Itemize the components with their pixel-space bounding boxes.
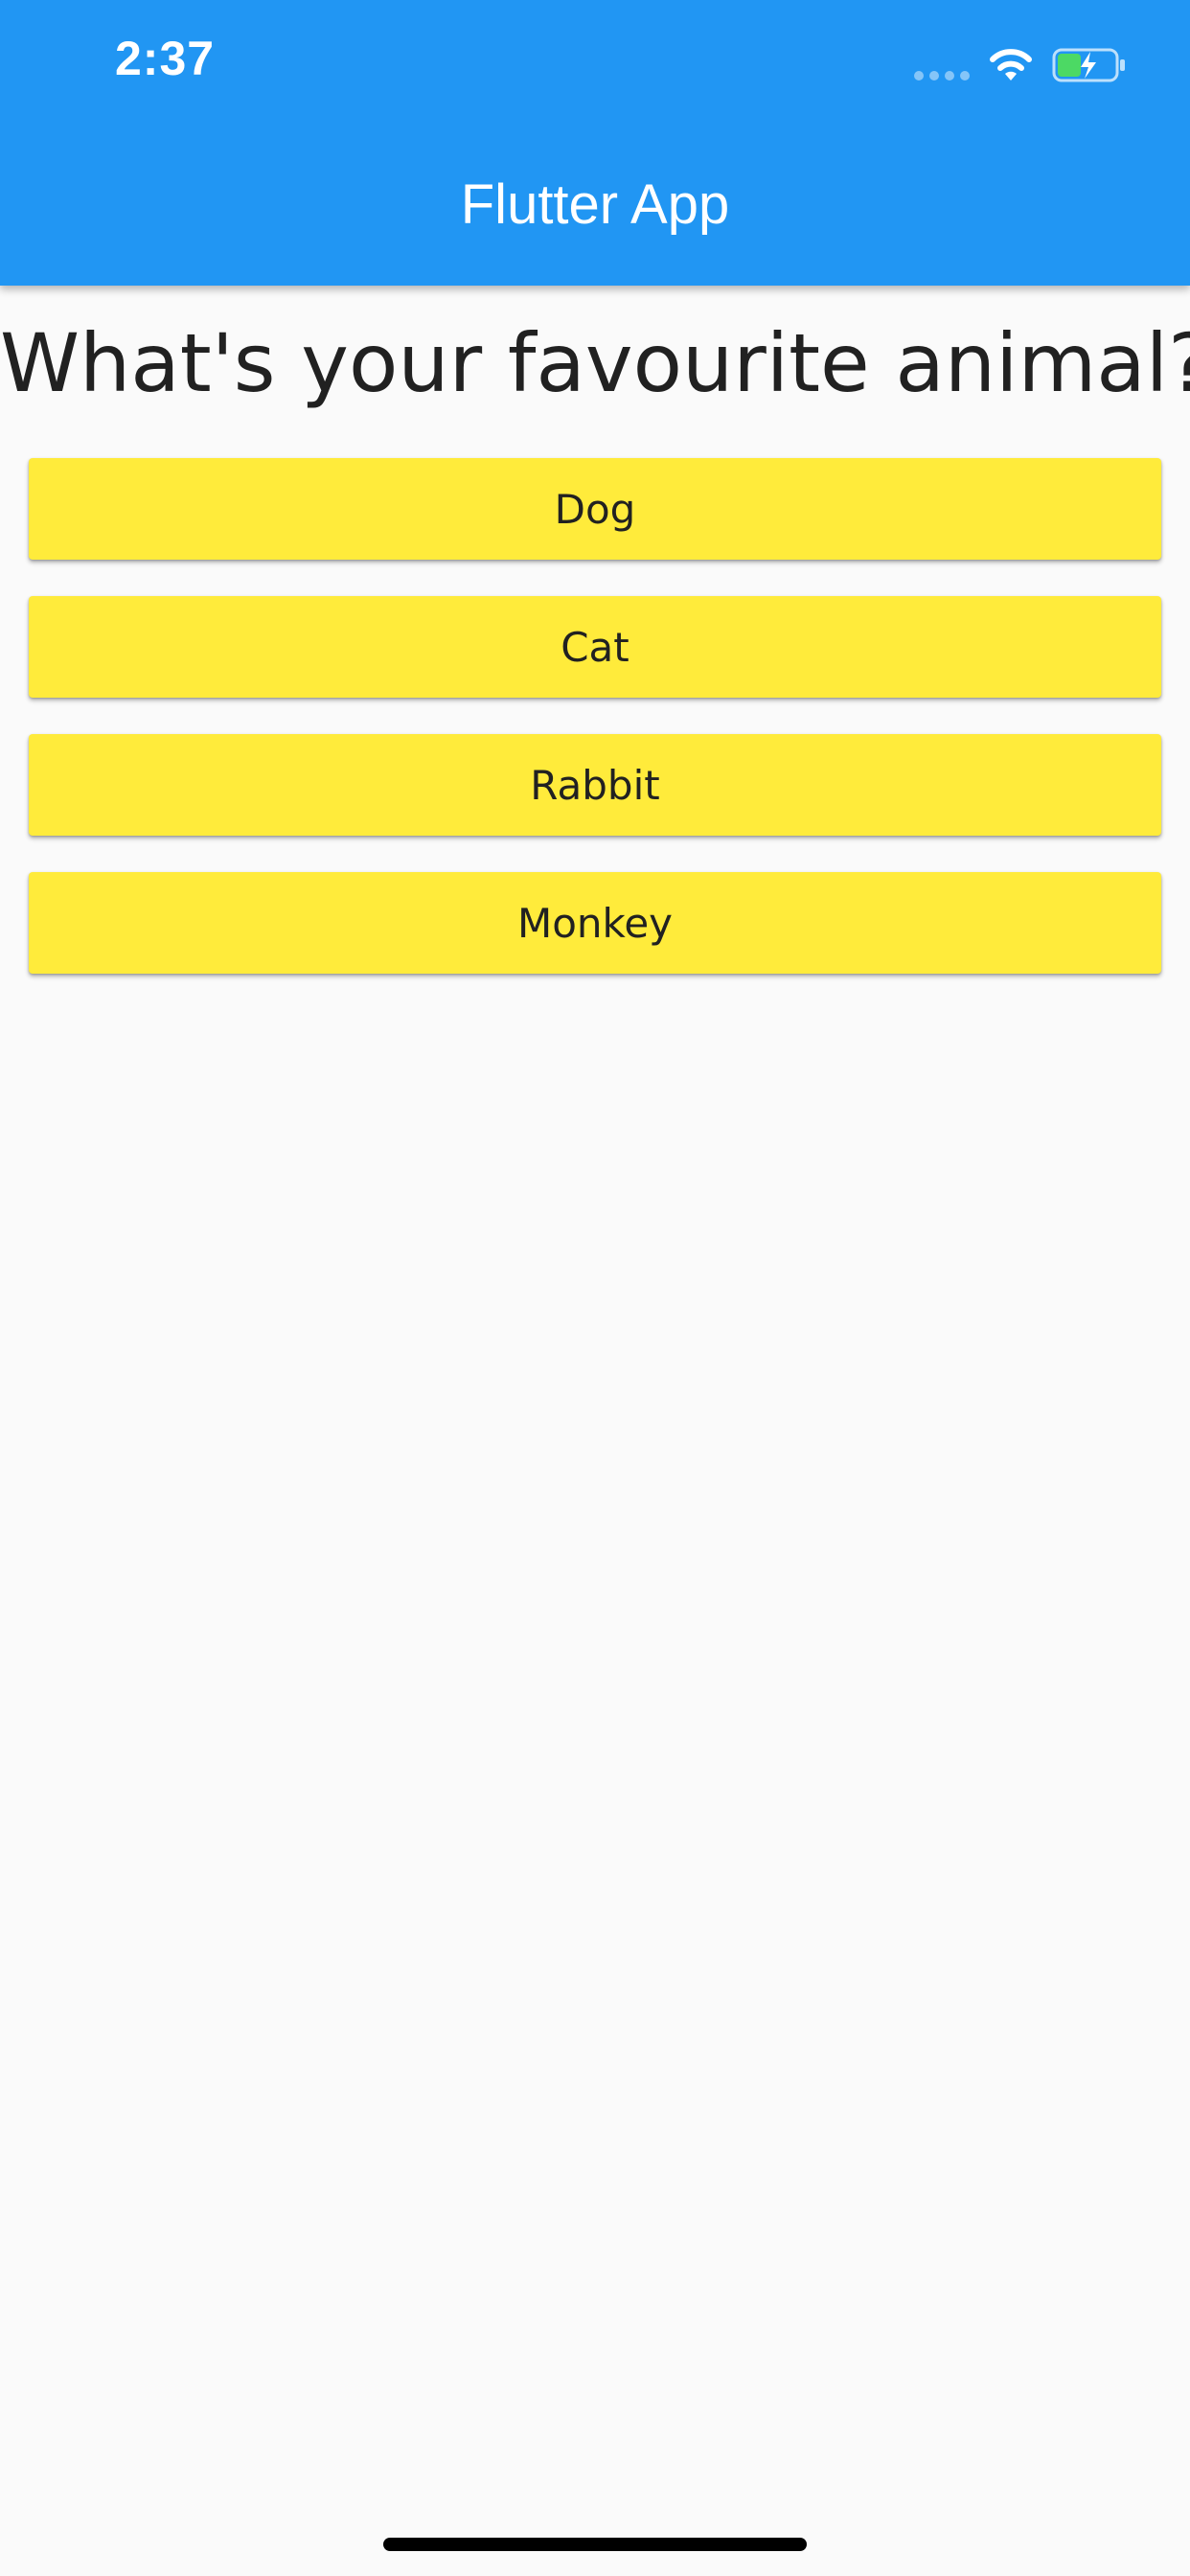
answer-list: Dog Cat Rabbit Monkey	[29, 458, 1161, 1010]
answer-button-rabbit[interactable]: Rabbit	[29, 734, 1161, 836]
status-icons	[914, 42, 1129, 88]
wifi-icon	[987, 46, 1035, 84]
app-bar-title: Flutter App	[460, 173, 730, 236]
home-indicator[interactable]	[383, 2538, 807, 2551]
status-time: 2:37	[115, 32, 216, 85]
answer-button-dog[interactable]: Dog	[29, 458, 1161, 560]
app-bar: 2:37 Flutter App	[0, 0, 1190, 286]
answer-button-monkey[interactable]: Monkey	[29, 872, 1161, 974]
question-text: What's your favourite animal?	[0, 316, 1190, 410]
cellular-signal-icon	[914, 42, 970, 88]
answer-button-cat[interactable]: Cat	[29, 596, 1161, 698]
battery-charging-icon	[1052, 46, 1129, 84]
